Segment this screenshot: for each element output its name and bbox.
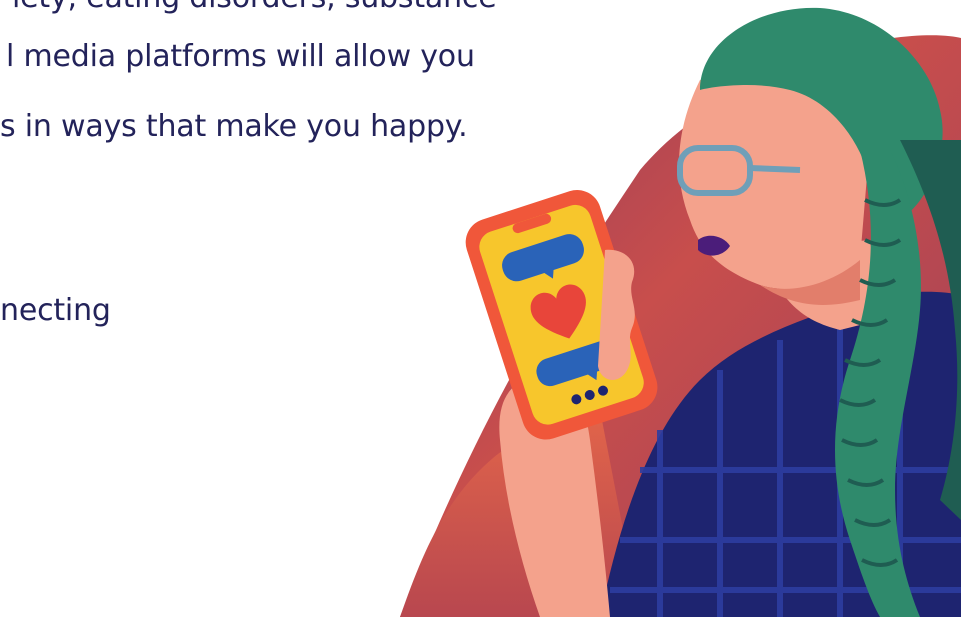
woman-with-phone-illustration (400, 7, 961, 617)
